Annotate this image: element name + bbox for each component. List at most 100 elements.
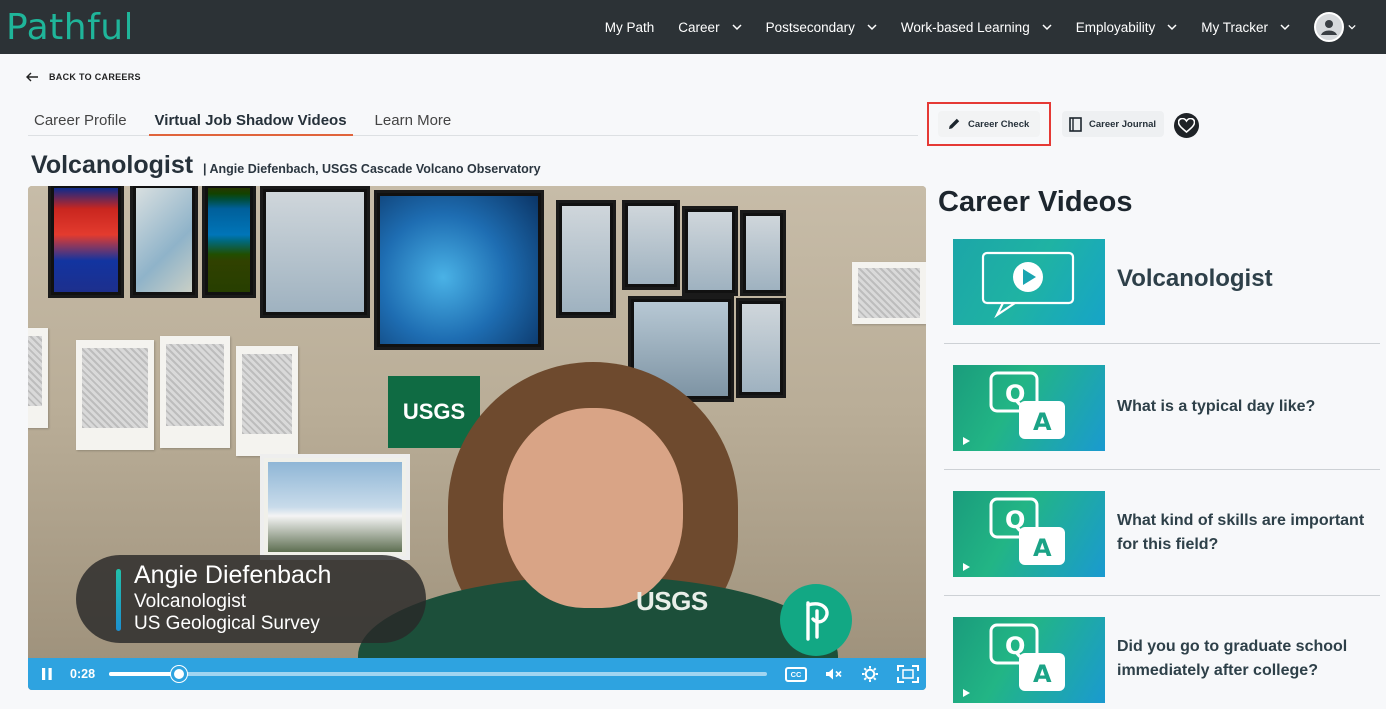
logo-text: Pathful [6, 7, 130, 48]
nav-my-path[interactable]: My Path [605, 20, 655, 35]
lower-third-caption: Angie Diefenbach Volcanologist US Geolog… [76, 555, 426, 643]
nav-work-based-learning[interactable]: Work-based Learning [901, 20, 1052, 35]
top-nav-bar: Pathful My Path Career Postsecondary Wor… [0, 0, 1386, 54]
career-journal-button[interactable]: Career Journal [1062, 111, 1164, 137]
career-video-item[interactable]: Q A Did you go to graduate school immedi… [944, 596, 1380, 709]
play-triangle-icon [963, 689, 970, 697]
journal-icon [1069, 116, 1082, 132]
wall-map [28, 328, 48, 428]
pause-icon [42, 668, 52, 680]
video-item-label: What kind of skills are important for th… [1117, 512, 1365, 553]
pathful-watermark-icon [780, 584, 852, 656]
career-tabs: Career Profile Virtual Job Shadow Videos… [28, 106, 918, 136]
fullscreen-icon [897, 665, 920, 683]
video-progress-handle[interactable] [171, 666, 188, 682]
video-thumbnail: Q A [953, 617, 1105, 703]
video-progress-bar[interactable] [109, 666, 768, 682]
tab-career-profile[interactable]: Career Profile [28, 106, 133, 136]
nav-label: Postsecondary [765, 19, 855, 35]
page-subtitle: | Angie Diefenbach, USGS Cascade Volcano… [203, 162, 541, 176]
pause-button[interactable] [40, 667, 54, 681]
video-controls: 0:28 CC [28, 658, 926, 690]
video-player[interactable]: USGS USGS Angie Diefenbach Volcanologist… [28, 186, 926, 690]
avatar [1314, 12, 1344, 42]
settings-button[interactable] [861, 665, 879, 683]
back-label: BACK TO CAREERS [49, 72, 141, 82]
monitor [556, 200, 616, 318]
nav-employability[interactable]: Employability [1076, 20, 1178, 35]
heart-icon [1178, 118, 1195, 133]
video-thumbnail: Q A [953, 491, 1105, 577]
monitor [740, 210, 786, 296]
wall-map [852, 262, 926, 324]
favorite-button[interactable] [1174, 113, 1199, 138]
gear-icon [862, 666, 879, 682]
mountain-photo [260, 454, 410, 560]
nav-label: My Tracker [1201, 19, 1268, 35]
chevron-down-icon [732, 24, 742, 31]
page-title: Volcanologist [31, 151, 194, 179]
nav-my-tracker[interactable]: My Tracker [1201, 20, 1290, 35]
chevron-down-icon [1280, 24, 1290, 31]
pencil-icon [949, 118, 960, 129]
play-icon [981, 251, 1075, 319]
speaker-name: Angie Diefenbach [134, 561, 332, 589]
usgs-shirt-logo: USGS [636, 586, 708, 616]
play-triangle-icon [963, 437, 970, 445]
user-menu[interactable] [1314, 12, 1356, 42]
svg-text:A: A [1033, 534, 1052, 562]
video-item-label: Did you go to graduate school immediatel… [1117, 638, 1348, 679]
career-check-button[interactable]: Career Check [938, 111, 1040, 137]
closed-captions-button[interactable]: CC [785, 666, 808, 682]
back-to-careers-link[interactable]: BACK TO CAREERS [26, 72, 141, 82]
career-videos-heading: Career Videos [938, 186, 1133, 218]
career-video-item[interactable]: Volcanologist [944, 239, 1380, 344]
fullscreen-button[interactable] [897, 665, 920, 683]
career-video-item[interactable]: Q A What kind of skills are important fo… [944, 470, 1380, 596]
monitor [682, 206, 738, 296]
qa-icon: Q A [989, 371, 1065, 439]
video-item-label: Volcanologist [1117, 265, 1273, 292]
logo-mark: Pathful [6, 7, 130, 48]
monitor [374, 190, 544, 350]
chevron-down-icon [1042, 24, 1052, 31]
user-icon [1321, 20, 1337, 35]
monitor [130, 186, 198, 298]
volume-muted-icon [826, 668, 842, 680]
speaker-role: Volcanologist [134, 591, 246, 612]
nav-postsecondary[interactable]: Postsecondary [766, 20, 877, 35]
lower-third-accent-bar [116, 569, 121, 631]
chevron-down-icon [867, 24, 877, 31]
svg-text:A: A [1033, 408, 1052, 436]
qa-icon: Q A [989, 623, 1065, 691]
qa-icon: Q A [989, 497, 1065, 565]
nav-label: Work-based Learning [900, 19, 1030, 35]
pathful-p-icon [806, 601, 829, 641]
arrow-left-icon [26, 72, 38, 82]
speaker-organization: US Geological Survey [134, 613, 320, 634]
monitor [736, 298, 786, 398]
chevron-down-icon [1167, 24, 1177, 31]
mute-button[interactable] [825, 667, 843, 681]
career-video-item[interactable]: Q A What is a typical day like? [944, 344, 1380, 470]
pathful-logo[interactable]: Pathful [6, 4, 130, 50]
person-face [503, 408, 683, 608]
nav-label: Career [678, 19, 720, 35]
play-triangle-icon [963, 563, 970, 571]
monitor [260, 186, 370, 318]
main-nav: My Path Career Postsecondary Work-based … [605, 0, 1386, 54]
tab-virtual-job-shadow-videos[interactable]: Virtual Job Shadow Videos [148, 106, 353, 136]
video-thumbnail: Q A [953, 365, 1105, 451]
monitor [48, 186, 124, 298]
wall-map [236, 346, 298, 456]
monitor [622, 200, 680, 290]
career-check-label: Career Check [968, 118, 1030, 130]
chevron-down-icon [1348, 24, 1356, 30]
video-item-label: What is a typical day like? [1117, 398, 1316, 415]
video-progress-fill [109, 672, 180, 676]
nav-career[interactable]: Career [678, 19, 742, 35]
video-thumbnail [953, 239, 1105, 325]
monitor [202, 186, 256, 298]
tab-learn-more[interactable]: Learn More [369, 106, 458, 136]
wall-map [160, 336, 230, 448]
